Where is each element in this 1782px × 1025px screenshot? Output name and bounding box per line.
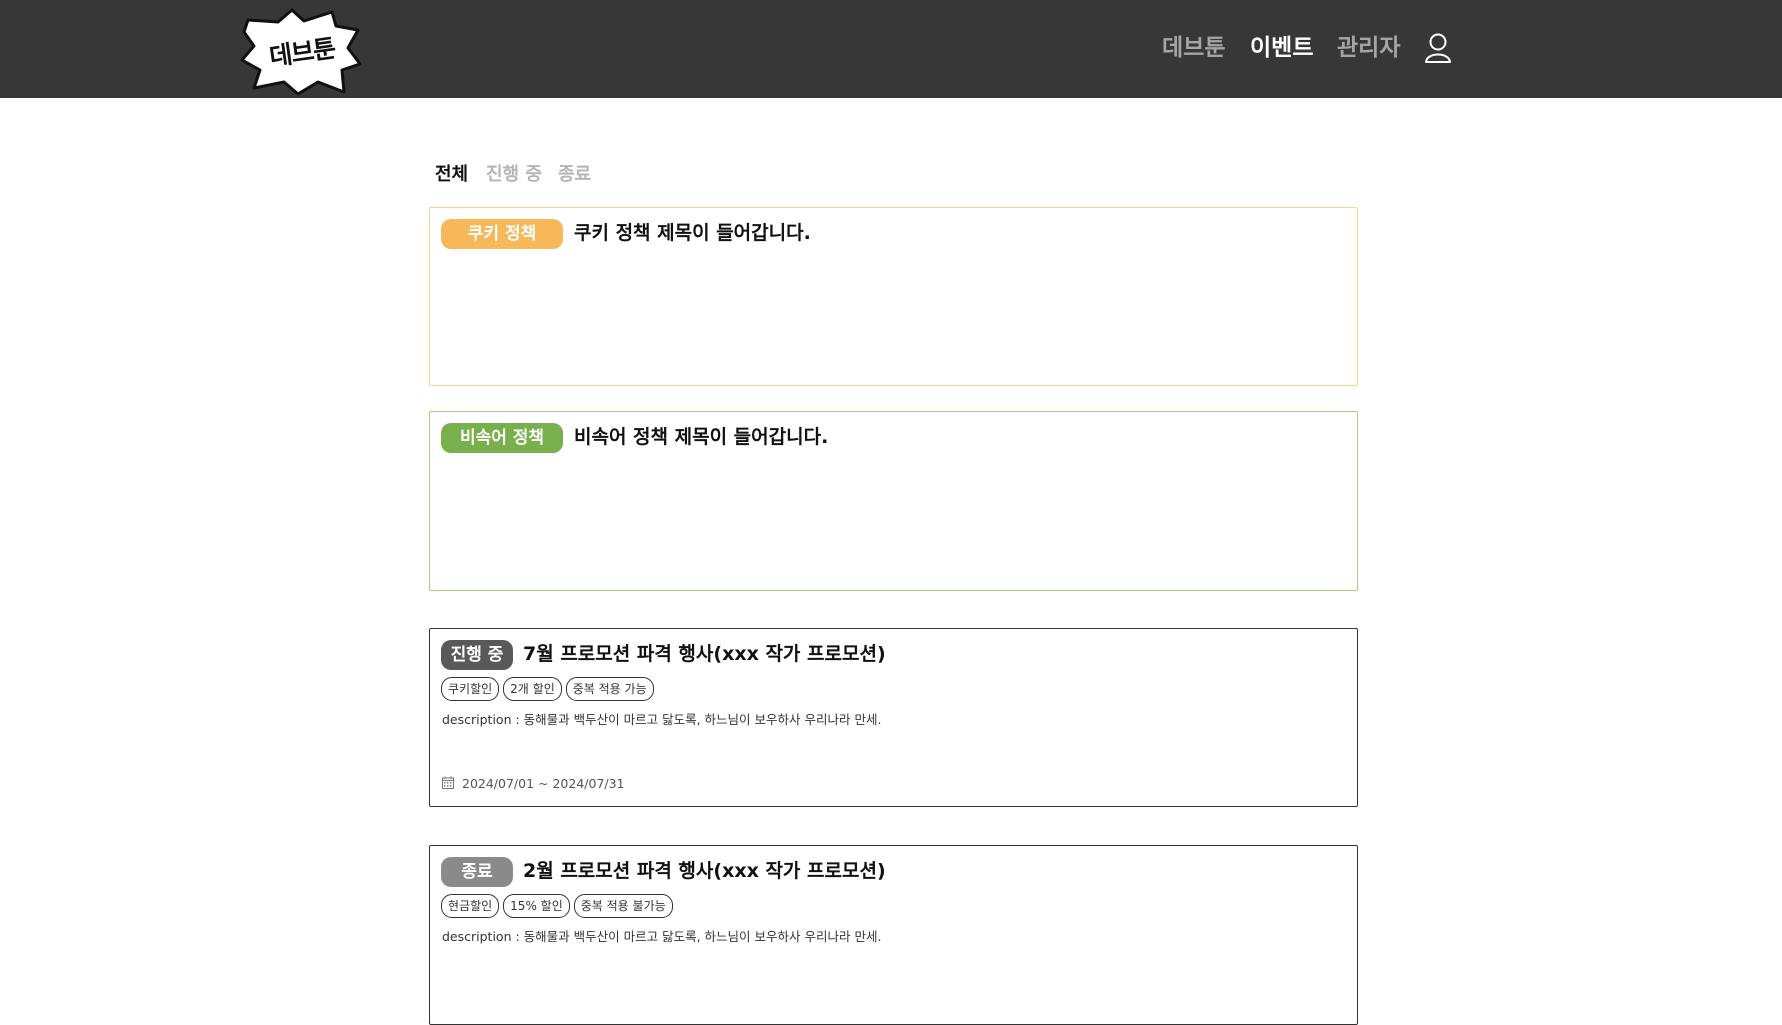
event-description: description : 동해물과 백두산이 마르고 닳도록, 하느님이 보우… <box>442 712 882 727</box>
status-badge: 종료 <box>441 857 513 887</box>
main-nav: 데브툰 이벤트 관리자 <box>1162 28 1402 68</box>
event-title: 7월 프로모션 파격 행사(xxx 작가 프로모션) <box>523 643 886 665</box>
policy-badge: 비속어 정책 <box>441 423 563 453</box>
event-title: 2월 프로모션 파격 행사(xxx 작가 프로모션) <box>523 860 886 882</box>
nav-item-admin[interactable]: 관리자 <box>1337 28 1400 68</box>
event-tag: 현금할인 <box>441 894 500 918</box>
nav-item-event[interactable]: 이벤트 <box>1250 28 1313 68</box>
event-tag: 15% 할인 <box>503 894 570 918</box>
event-tag: 쿠키할인 <box>441 677 500 701</box>
user-icon[interactable] <box>1424 32 1452 64</box>
policy-card-profanity[interactable]: 비속어 정책 비속어 정책 제목이 들어갑니다. <box>429 411 1358 591</box>
nav-item-devtoon[interactable]: 데브툰 <box>1162 28 1225 68</box>
event-tag: 중복 적용 가능 <box>565 677 654 701</box>
policy-card-cookie[interactable]: 쿠키 정책 쿠키 정책 제목이 들어갑니다. <box>429 207 1358 386</box>
event-tag: 2개 할인 <box>503 677 562 701</box>
tab-all[interactable]: 전체 <box>435 160 468 186</box>
event-tags: 현금할인 15% 할인 중복 적용 불가능 <box>441 894 673 920</box>
event-description: description : 동해물과 백두산이 마르고 닳도록, 하느님이 보우… <box>442 929 882 944</box>
site-logo[interactable]: 데브툰 <box>240 8 364 96</box>
event-date-range: 2024/07/01 ~ 2024/07/31 <box>462 776 625 791</box>
top-header: 데브툰 데브툰 이벤트 관리자 <box>0 0 1782 98</box>
policy-title: 비속어 정책 제목이 들어갑니다. <box>574 426 829 448</box>
tab-ended[interactable]: 종료 <box>558 160 591 186</box>
status-badge: 진행 중 <box>441 640 513 670</box>
policy-title: 쿠키 정책 제목이 들어갑니다. <box>574 222 811 244</box>
event-tag: 중복 적용 불가능 <box>573 894 673 918</box>
tab-in-progress[interactable]: 진행 중 <box>486 160 542 186</box>
event-card[interactable]: 진행 중 7월 프로모션 파격 행사(xxx 작가 프로모션) 쿠키할인 2개 … <box>429 628 1358 807</box>
calendar-icon <box>442 776 454 789</box>
policy-badge: 쿠키 정책 <box>441 219 563 249</box>
event-card[interactable]: 종료 2월 프로모션 파격 행사(xxx 작가 프로모션) 현금할인 15% 할… <box>429 845 1358 1025</box>
event-tags: 쿠키할인 2개 할인 중복 적용 가능 <box>441 677 654 703</box>
